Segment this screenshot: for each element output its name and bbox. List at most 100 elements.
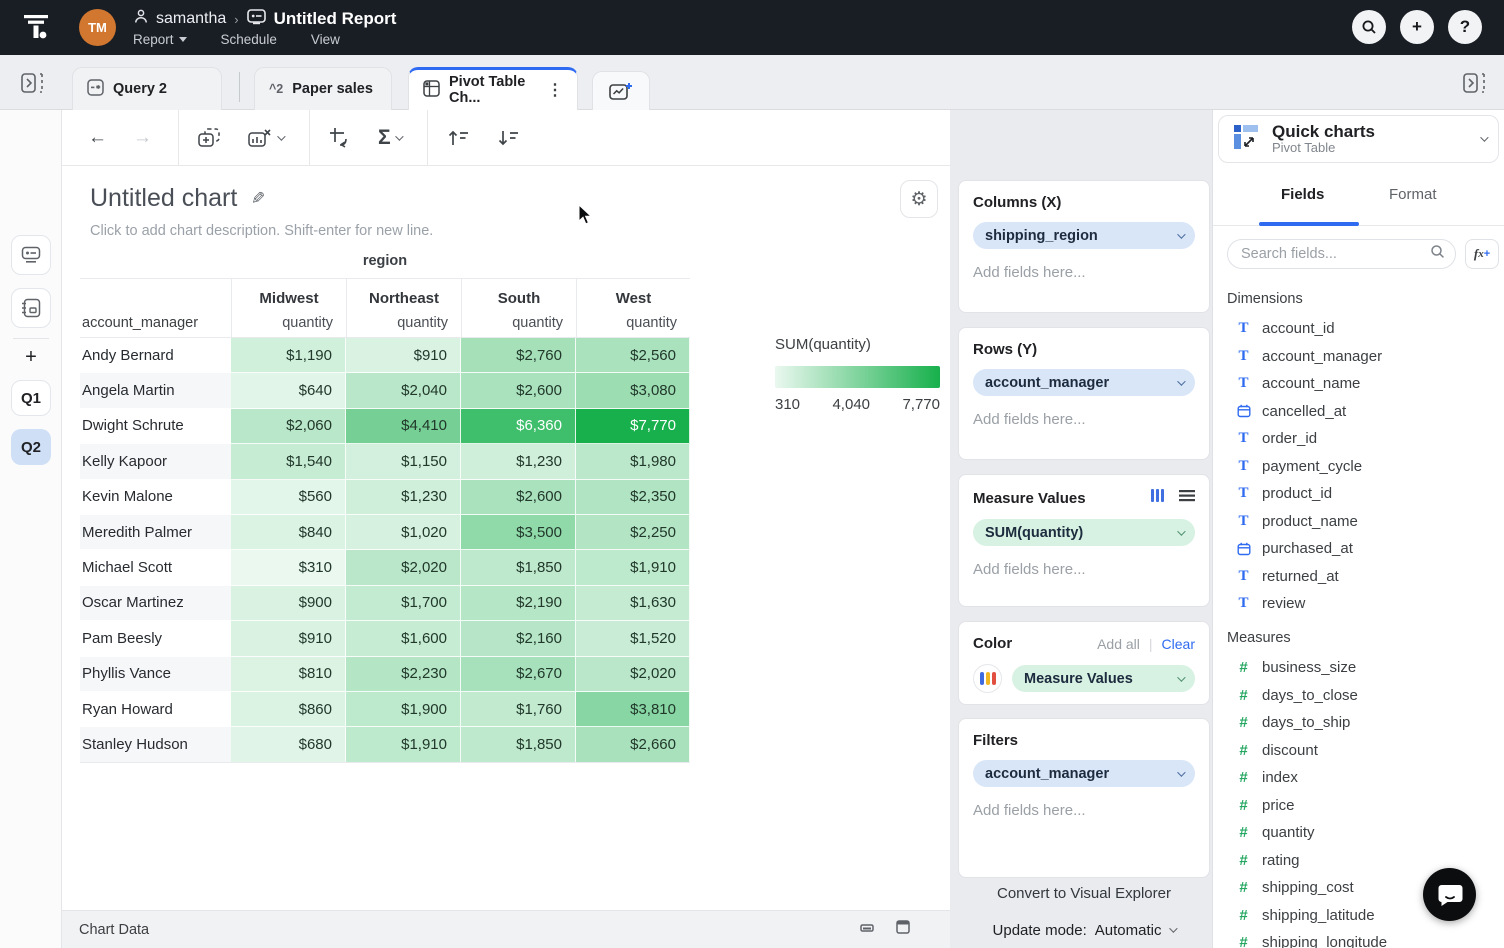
sidebar-item-q2[interactable]: Q2 bbox=[11, 429, 51, 465]
left-panel-toggle-button[interactable] bbox=[16, 67, 48, 99]
pivot-value-cell[interactable]: $910 bbox=[231, 621, 346, 656]
pivot-value-cell[interactable]: $2,250 bbox=[576, 515, 690, 550]
pivot-row-label[interactable]: Ryan Howard bbox=[80, 692, 231, 727]
app-logo-icon[interactable] bbox=[20, 11, 52, 48]
dimension-item[interactable]: purchased_at bbox=[1213, 535, 1504, 563]
pivot-column-header[interactable]: West bbox=[576, 279, 690, 309]
chart-title[interactable]: Untitled chart bbox=[90, 184, 237, 213]
tab-format[interactable]: Format bbox=[1389, 186, 1437, 203]
dimension-item[interactable]: Tpayment_cycle bbox=[1213, 453, 1504, 481]
menu-schedule[interactable]: Schedule bbox=[221, 32, 277, 47]
pivot-value-cell[interactable]: $1,760 bbox=[461, 692, 576, 727]
breadcrumb-user[interactable]: samantha bbox=[156, 10, 226, 28]
update-mode-control[interactable]: Update mode: Automatic bbox=[958, 912, 1210, 948]
pivot-value-cell[interactable]: $1,980 bbox=[576, 444, 690, 479]
pivot-value-cell[interactable]: $1,190 bbox=[231, 338, 346, 373]
pivot-value-cell[interactable]: $4,410 bbox=[346, 409, 461, 444]
edit-title-icon[interactable]: ✎ bbox=[251, 189, 265, 209]
dimension-item[interactable]: Treview bbox=[1213, 590, 1504, 618]
measure-item[interactable]: #discount bbox=[1213, 737, 1504, 765]
pivot-value-cell[interactable]: $2,230 bbox=[346, 657, 461, 692]
pivot-value-cell[interactable]: $2,760 bbox=[461, 338, 576, 373]
right-panel-toggle-button[interactable] bbox=[1458, 67, 1490, 99]
pivot-value-cell[interactable]: $1,540 bbox=[231, 444, 346, 479]
column-layout-icon[interactable] bbox=[1150, 488, 1165, 508]
pivot-value-cell[interactable]: $2,060 bbox=[231, 409, 346, 444]
measure-item[interactable]: #business_size bbox=[1213, 654, 1504, 682]
new-chart-tab-button[interactable] bbox=[592, 71, 650, 110]
pivot-value-cell[interactable]: $1,230 bbox=[346, 480, 461, 515]
dimension-item[interactable]: Taccount_name bbox=[1213, 370, 1504, 398]
pivot-value-cell[interactable]: $860 bbox=[231, 692, 346, 727]
pivot-column-header[interactable]: Northeast bbox=[346, 279, 461, 309]
pivot-row-label[interactable]: Stanley Hudson bbox=[80, 727, 231, 762]
pivot-value-cell[interactable]: $2,020 bbox=[346, 550, 461, 585]
pivot-row-label[interactable]: Phyllis Vance bbox=[80, 657, 231, 692]
pivot-value-cell[interactable]: $3,500 bbox=[461, 515, 576, 550]
pivot-value-cell[interactable]: $1,850 bbox=[461, 550, 576, 585]
pivot-value-cell[interactable]: $1,700 bbox=[346, 586, 461, 621]
add-fields-dropzone[interactable]: Add fields here... bbox=[973, 802, 1195, 819]
pivot-value-cell[interactable]: $2,670 bbox=[461, 657, 576, 692]
field-pill[interactable]: shipping_region bbox=[973, 222, 1195, 249]
field-pill[interactable]: SUM(quantity) bbox=[973, 519, 1195, 546]
aggregate-dropdown-button[interactable]: Σ bbox=[378, 126, 401, 150]
pivot-value-cell[interactable]: $3,810 bbox=[576, 692, 690, 727]
delete-chart-dropdown-button[interactable] bbox=[247, 127, 283, 149]
color-palette-icon[interactable] bbox=[973, 664, 1002, 693]
field-pill[interactable]: account_manager bbox=[973, 760, 1195, 787]
pivot-row-label[interactable]: Angela Martin bbox=[80, 373, 231, 408]
pivot-value-cell[interactable]: $2,160 bbox=[461, 621, 576, 656]
search-button[interactable] bbox=[1352, 10, 1386, 44]
expand-panel-icon[interactable] bbox=[896, 920, 910, 939]
dimension-item[interactable]: Tproduct_name bbox=[1213, 508, 1504, 536]
report-title[interactable]: Untitled Report bbox=[274, 9, 397, 29]
sort-descending-button[interactable] bbox=[496, 128, 520, 148]
add-all-button[interactable]: Add all bbox=[1097, 636, 1140, 652]
measure-item[interactable]: #price bbox=[1213, 792, 1504, 820]
pivot-value-cell[interactable]: $2,040 bbox=[346, 373, 461, 408]
pivot-value-cell[interactable]: $1,600 bbox=[346, 621, 461, 656]
dimension-item[interactable]: cancelled_at bbox=[1213, 398, 1504, 426]
duplicate-chart-button[interactable] bbox=[197, 127, 221, 149]
sidebar-item-q1[interactable]: Q1 bbox=[11, 380, 51, 416]
pivot-column-header[interactable]: Midwest bbox=[231, 279, 346, 309]
help-chat-button[interactable] bbox=[1423, 868, 1476, 921]
add-fields-dropzone[interactable]: Add fields here... bbox=[973, 264, 1195, 281]
dimension-item[interactable]: Torder_id bbox=[1213, 425, 1504, 453]
add-query-button[interactable]: + bbox=[0, 346, 62, 369]
avatar[interactable]: TM bbox=[79, 9, 116, 46]
pivot-value-cell[interactable]: $560 bbox=[231, 480, 346, 515]
measure-item[interactable]: #days_to_ship bbox=[1213, 709, 1504, 737]
help-button[interactable]: ? bbox=[1448, 10, 1482, 44]
measure-item[interactable]: #index bbox=[1213, 764, 1504, 792]
pivot-value-cell[interactable]: $1,900 bbox=[346, 692, 461, 727]
dimension-item[interactable]: Taccount_manager bbox=[1213, 343, 1504, 371]
tab-fields[interactable]: Fields bbox=[1281, 186, 1324, 203]
pivot-row-label[interactable]: Oscar Martinez bbox=[80, 586, 231, 621]
pivot-value-cell[interactable]: $2,600 bbox=[461, 373, 576, 408]
pivot-value-cell[interactable]: $7,770 bbox=[576, 409, 690, 444]
pivot-value-cell[interactable]: $1,020 bbox=[346, 515, 461, 550]
pivot-value-cell[interactable]: $840 bbox=[231, 515, 346, 550]
pivot-value-cell[interactable]: $2,660 bbox=[576, 727, 690, 762]
pivot-row-label[interactable]: Dwight Schrute bbox=[80, 409, 231, 444]
pivot-column-header[interactable]: South bbox=[461, 279, 576, 309]
pivot-value-cell[interactable]: $1,150 bbox=[346, 444, 461, 479]
chart-description-placeholder[interactable]: Click to add chart description. Shift-en… bbox=[90, 223, 433, 239]
measure-item[interactable]: #quantity bbox=[1213, 819, 1504, 847]
pivot-value-cell[interactable]: $1,910 bbox=[576, 550, 690, 585]
pivot-row-label[interactable]: Pam Beesly bbox=[80, 621, 231, 656]
pivot-value-cell[interactable]: $2,560 bbox=[576, 338, 690, 373]
pivot-value-cell[interactable]: $1,850 bbox=[461, 727, 576, 762]
pivot-value-cell[interactable]: $1,910 bbox=[346, 727, 461, 762]
chart-view-button[interactable] bbox=[11, 235, 51, 275]
menu-report[interactable]: Report bbox=[133, 32, 187, 47]
add-fields-dropzone[interactable]: Add fields here... bbox=[973, 561, 1195, 578]
pivot-row-label[interactable]: Andy Bernard bbox=[80, 338, 231, 373]
pivot-row-label[interactable]: Kevin Malone bbox=[80, 480, 231, 515]
tab-menu-icon[interactable]: ⋮ bbox=[547, 80, 563, 100]
dataset-button[interactable] bbox=[11, 288, 51, 328]
dimension-item[interactable]: Treturned_at bbox=[1213, 563, 1504, 591]
pivot-row-label[interactable]: Kelly Kapoor bbox=[80, 444, 231, 479]
